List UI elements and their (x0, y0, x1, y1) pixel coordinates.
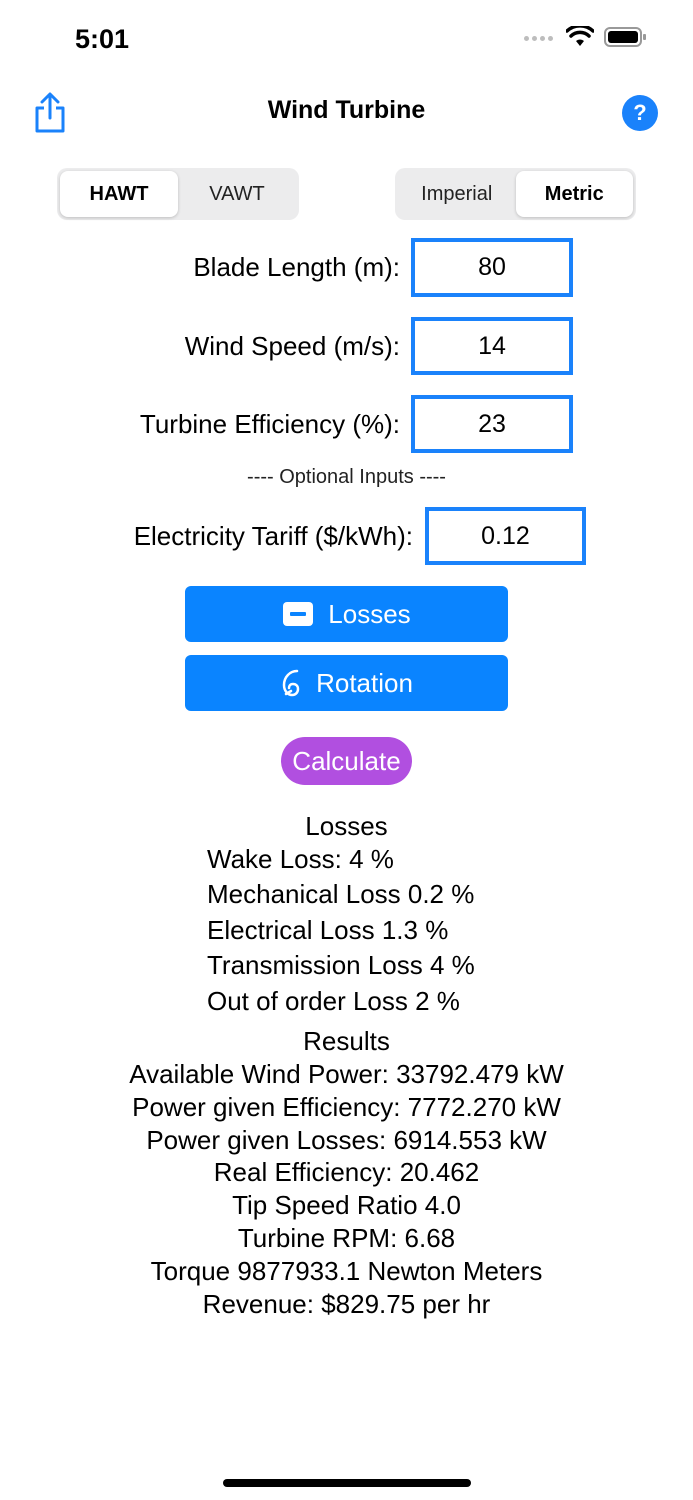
loss-item: Transmission Loss 4 % (207, 950, 475, 980)
wind-speed-label: Wind Speed (m/s): (184, 331, 400, 361)
result-item: Tip Speed Ratio 4.0 (232, 1190, 461, 1220)
segment-vawt[interactable]: VAWT (178, 171, 296, 217)
results-heading: Results (303, 1026, 390, 1056)
blade-length-label: Blade Length (m): (193, 252, 400, 282)
page-title: Wind Turbine (267, 96, 426, 124)
unit-system-segmented-control[interactable]: Imperial Metric (395, 168, 636, 220)
result-item: Torque 9877933.1 Newton Meters (150, 1256, 543, 1286)
result-item: Power given Efficiency: 7772.270 kW (132, 1092, 561, 1122)
loss-item: Mechanical Loss 0.2 % (207, 879, 475, 909)
loss-item: Electrical Loss 1.3 % (207, 915, 449, 945)
status-time: 5:01 (75, 24, 130, 54)
turbine-type-segmented-control[interactable]: HAWT VAWT (57, 168, 299, 220)
rotation-button-label: Rotation (316, 667, 413, 698)
status-icons (524, 26, 648, 48)
cellular-signal-icon (524, 28, 556, 46)
turbine-efficiency-label: Turbine Efficiency (%): (139, 409, 400, 439)
loss-item: Out of order Loss 2 % (207, 986, 460, 1016)
turbine-efficiency-field[interactable]: 23 (411, 395, 573, 453)
losses-button-label: Losses (328, 598, 411, 629)
result-item: Available Wind Power: 33792.479 kW (129, 1059, 564, 1089)
battery-icon (604, 27, 646, 47)
wifi-icon (566, 26, 594, 46)
segment-imperial[interactable]: Imperial (398, 171, 516, 217)
spiral-icon (282, 669, 300, 697)
blade-length-field[interactable]: 80 (411, 238, 573, 297)
loss-item: Wake Loss: 4 % (207, 844, 394, 874)
electricity-tariff-label: Electricity Tariff ($/kWh): (133, 521, 413, 551)
help-button[interactable]: ? (622, 95, 658, 131)
calculate-button[interactable]: Calculate (281, 737, 412, 785)
electricity-tariff-field[interactable]: 0.12 (425, 507, 586, 565)
result-item: Power given Losses: 6914.553 kW (146, 1125, 547, 1155)
segment-metric[interactable]: Metric (515, 171, 633, 217)
losses-button[interactable]: Losses (185, 586, 508, 642)
home-indicator[interactable] (223, 1479, 471, 1487)
segment-hawt[interactable]: HAWT (60, 171, 178, 217)
result-item: Real Efficiency: 20.462 (213, 1157, 480, 1187)
result-item: Revenue: $829.75 per hr (202, 1289, 491, 1319)
losses-heading: Losses (305, 811, 388, 841)
rotation-button[interactable]: Rotation (185, 655, 508, 711)
result-item: Turbine RPM: 6.68 (237, 1223, 456, 1253)
minus-square-icon (283, 602, 314, 626)
optional-inputs-header: ---- Optional Inputs ---- (247, 466, 446, 488)
wind-speed-field[interactable]: 14 (411, 317, 573, 375)
